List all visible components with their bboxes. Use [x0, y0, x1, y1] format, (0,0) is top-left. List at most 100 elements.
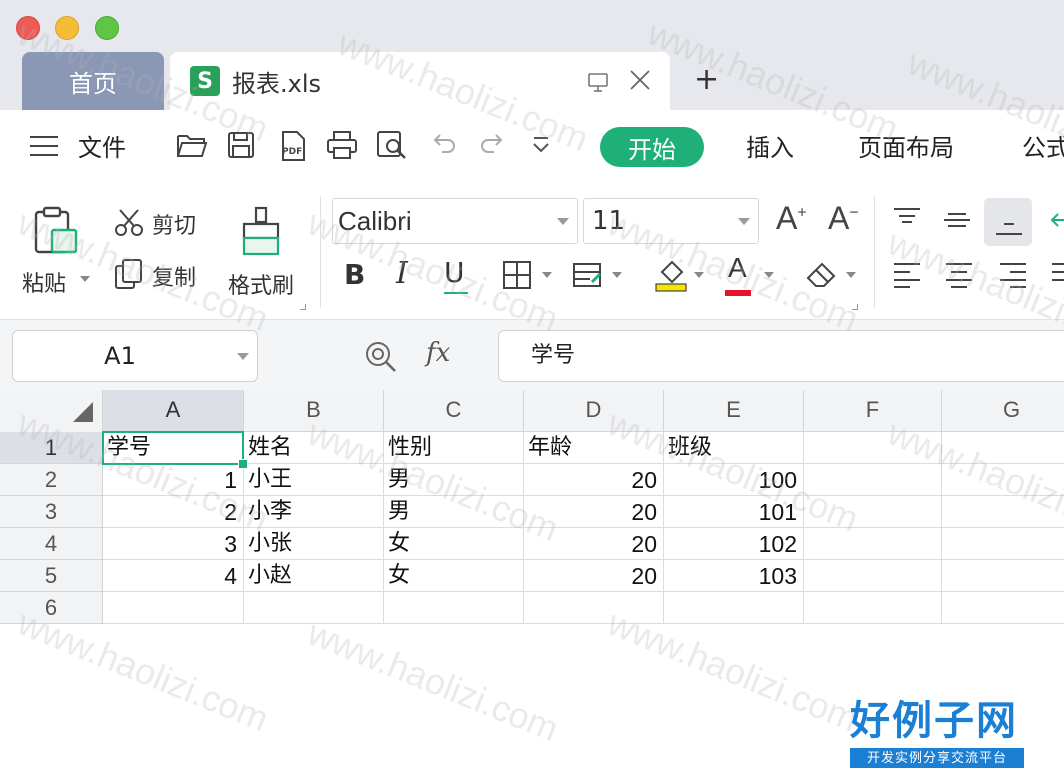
- redo-icon[interactable]: [478, 130, 506, 158]
- cell-e1[interactable]: 班级: [664, 432, 804, 464]
- cell-b4[interactable]: 小张: [244, 528, 384, 560]
- fill-color-dropdown-icon[interactable]: [694, 272, 704, 278]
- name-box[interactable]: A1: [12, 330, 258, 382]
- column-header-e[interactable]: E: [664, 390, 804, 432]
- row-header-6[interactable]: 6: [0, 592, 103, 624]
- hamburger-menu-icon[interactable]: [30, 136, 58, 163]
- menu-insert[interactable]: 插入: [746, 128, 794, 163]
- cell-g6[interactable]: [942, 592, 1064, 624]
- cell-f4[interactable]: [804, 528, 942, 560]
- copy-button[interactable]: 复制: [152, 260, 196, 292]
- cell-b2[interactable]: 小王: [244, 464, 384, 496]
- shrink-font-button[interactable]: A−: [828, 200, 859, 237]
- cell-g5[interactable]: [942, 560, 1064, 592]
- cell-f3[interactable]: [804, 496, 942, 528]
- cell-c5[interactable]: 女: [384, 560, 524, 592]
- font-group-expand-icon[interactable]: [852, 304, 858, 310]
- cell-g1[interactable]: [942, 432, 1064, 464]
- cell-a1[interactable]: 学号: [103, 432, 244, 464]
- font-color-dropdown-icon[interactable]: [764, 272, 774, 278]
- cell-c3[interactable]: 男: [384, 496, 524, 528]
- cell-d4[interactable]: 20: [524, 528, 664, 560]
- cell-e4[interactable]: 102: [664, 528, 804, 560]
- align-top-icon[interactable]: [892, 206, 922, 234]
- cell-d6[interactable]: [524, 592, 664, 624]
- column-header-f[interactable]: F: [804, 390, 942, 432]
- fill-handle[interactable]: [238, 459, 248, 469]
- grow-font-button[interactable]: A+: [776, 200, 807, 237]
- column-header-c[interactable]: C: [384, 390, 524, 432]
- cell-e5[interactable]: 103: [664, 560, 804, 592]
- align-middle-icon[interactable]: [942, 206, 972, 234]
- column-header-a[interactable]: A: [103, 390, 244, 432]
- underline-button[interactable]: U: [444, 256, 468, 294]
- undo-icon[interactable]: [430, 130, 458, 158]
- cell-format-dropdown-icon[interactable]: [612, 272, 622, 278]
- align-bottom-button[interactable]: [984, 198, 1032, 246]
- formula-input[interactable]: 学号: [498, 330, 1064, 382]
- align-right-icon[interactable]: [998, 260, 1028, 288]
- cell-f2[interactable]: [804, 464, 942, 496]
- find-zoom-icon[interactable]: [364, 340, 398, 374]
- borders-icon[interactable]: [502, 260, 532, 290]
- wrap-text-icon[interactable]: [1050, 206, 1064, 234]
- cell-c1[interactable]: 性别: [384, 432, 524, 464]
- close-window-button[interactable]: [16, 16, 40, 40]
- select-all-corner[interactable]: [0, 390, 103, 432]
- clear-dropdown-icon[interactable]: [846, 272, 856, 278]
- minimize-window-button[interactable]: [55, 16, 79, 40]
- format-painter-icon[interactable]: [240, 206, 284, 258]
- italic-button[interactable]: I: [396, 256, 408, 291]
- cell-format-icon[interactable]: [572, 260, 604, 290]
- cell-b3[interactable]: 小李: [244, 496, 384, 528]
- cell-g4[interactable]: [942, 528, 1064, 560]
- cell-d5[interactable]: 20: [524, 560, 664, 592]
- tab-home[interactable]: 首页: [22, 52, 164, 110]
- cell-e6[interactable]: [664, 592, 804, 624]
- font-color-button[interactable]: A: [725, 252, 751, 296]
- cell-b5[interactable]: 小赵: [244, 560, 384, 592]
- cell-a3[interactable]: 2: [103, 496, 244, 528]
- cell-a5[interactable]: 4: [103, 560, 244, 592]
- row-header-3[interactable]: 3: [0, 496, 103, 528]
- cell-b6[interactable]: [244, 592, 384, 624]
- cell-f6[interactable]: [804, 592, 942, 624]
- cell-c4[interactable]: 女: [384, 528, 524, 560]
- clear-format-eraser-icon[interactable]: [804, 258, 840, 290]
- column-header-g[interactable]: G: [942, 390, 1064, 432]
- cell-c6[interactable]: [384, 592, 524, 624]
- borders-dropdown-icon[interactable]: [542, 272, 552, 278]
- row-header-1[interactable]: 1: [0, 432, 103, 464]
- window-pin-icon[interactable]: [586, 70, 610, 94]
- cell-g3[interactable]: [942, 496, 1064, 528]
- menu-formulas[interactable]: 公式: [1022, 128, 1064, 163]
- paste-icon[interactable]: [32, 206, 80, 258]
- menu-file[interactable]: 文件: [78, 128, 126, 163]
- cell-f1[interactable]: [804, 432, 942, 464]
- format-painter-button[interactable]: 格式刷: [228, 268, 294, 300]
- paste-button[interactable]: 粘贴: [22, 266, 66, 298]
- font-size-select[interactable]: 11: [583, 198, 759, 244]
- row-header-4[interactable]: 4: [0, 528, 103, 560]
- bold-button[interactable]: B: [344, 258, 365, 291]
- row-header-5[interactable]: 5: [0, 560, 103, 592]
- align-left-icon[interactable]: [892, 260, 922, 288]
- insert-function-button[interactable]: fx: [426, 338, 450, 368]
- menu-home-active[interactable]: 开始: [600, 127, 704, 167]
- cell-d2[interactable]: 20: [524, 464, 664, 496]
- justify-icon[interactable]: [1050, 260, 1064, 288]
- cut-button[interactable]: 剪切: [152, 208, 196, 240]
- print-preview-icon[interactable]: [376, 130, 408, 160]
- paste-dropdown-icon[interactable]: [80, 276, 90, 282]
- export-pdf-icon[interactable]: PDF: [278, 130, 308, 162]
- clipboard-group-expand-icon[interactable]: [300, 304, 306, 310]
- font-name-select[interactable]: Calibri: [332, 198, 578, 244]
- save-icon[interactable]: [226, 130, 256, 160]
- tab-report-file[interactable]: S 报表.xls: [170, 52, 670, 110]
- cell-b1[interactable]: 姓名: [244, 432, 384, 464]
- cell-g2[interactable]: [942, 464, 1064, 496]
- zoom-window-button[interactable]: [95, 16, 119, 40]
- column-header-d[interactable]: D: [524, 390, 664, 432]
- cell-f5[interactable]: [804, 560, 942, 592]
- cell-a6[interactable]: [103, 592, 244, 624]
